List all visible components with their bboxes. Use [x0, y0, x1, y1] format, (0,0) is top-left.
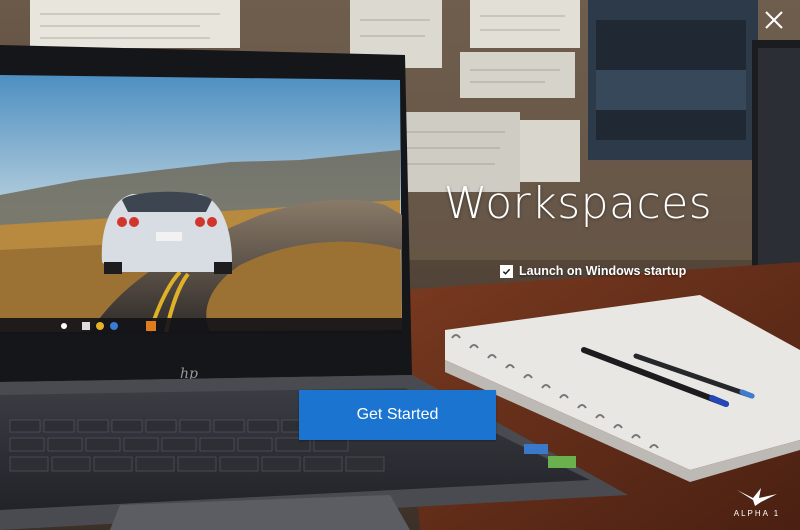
- sports-car-wallpaper: [101, 191, 232, 274]
- app-title: Workspaces: [443, 178, 713, 229]
- alpha-bird-logo-icon: [737, 488, 777, 506]
- close-icon: [765, 11, 783, 29]
- welcome-window: hp Workspaces Launch on Windows startup …: [0, 0, 800, 530]
- brand-name: ALPHA 1: [733, 509, 781, 518]
- get-started-button[interactable]: Get Started: [299, 390, 496, 440]
- launch-on-startup-checkbox[interactable]: [500, 264, 513, 278]
- brand-logo: ALPHA 1: [724, 486, 790, 518]
- launch-on-startup-label: Launch on Windows startup: [519, 264, 687, 278]
- checkmark-icon: [502, 268, 511, 275]
- launch-on-startup-option[interactable]: Launch on Windows startup: [500, 264, 686, 278]
- close-button[interactable]: [762, 8, 786, 32]
